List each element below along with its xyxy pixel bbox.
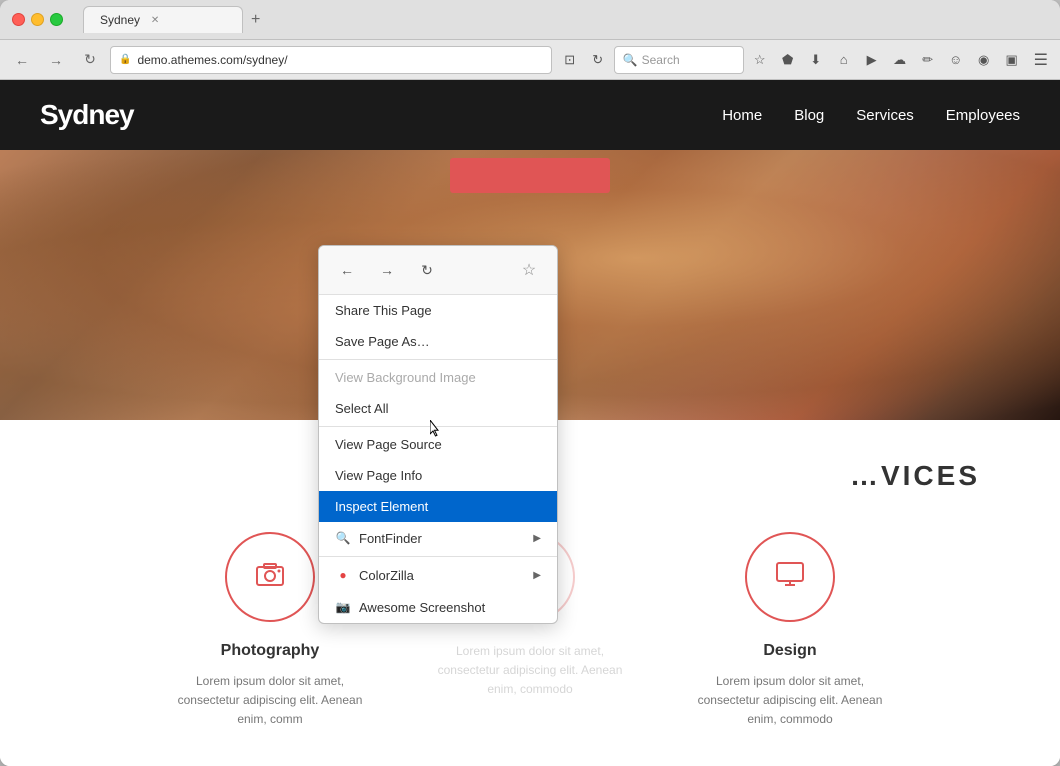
reader-mode-icon[interactable]: ⊡ [558,48,582,72]
colorzilla-arrow: ▶ [533,570,541,581]
ctx-view-page-info[interactable]: View Page Info [319,460,557,491]
awesome-screenshot-icon: 📷 [335,599,351,615]
context-menu-overlay: ← → ↻ ☆ Share This Page Save Page As… Vi… [0,80,1060,766]
ctx-separator-3 [319,556,557,557]
ctx-separator-1 [319,359,557,360]
ctx-forward-button[interactable]: → [371,254,403,286]
tab-title: Sydney [100,13,140,27]
fontfinder-icon: 🔍 [335,530,351,546]
ctx-fontfinder[interactable]: 🔍 FontFinder ▶ [319,522,557,554]
ctx-view-bg-image[interactable]: View Background Image [319,362,557,393]
home-icon[interactable]: ⌂ [832,48,856,72]
close-button[interactable] [12,13,25,26]
download-icon[interactable]: ⬇ [804,48,828,72]
search-bar[interactable]: 🔍 Search [614,46,744,74]
ctx-reload-button[interactable]: ↻ [411,254,443,286]
hamburger-menu[interactable]: ☰ [1030,46,1052,74]
extensions-icon[interactable]: ✏ [916,48,940,72]
context-menu: ← → ↻ ☆ Share This Page Save Page As… Vi… [318,245,558,624]
forward-button[interactable]: → [42,46,70,74]
minimize-button[interactable] [31,13,44,26]
lock-icon: 🔒 [119,54,131,65]
star-icon[interactable]: ☆ [748,48,772,72]
pocket-icon[interactable]: ⬟ [776,48,800,72]
ctx-save-page[interactable]: Save Page As… [319,326,557,357]
active-tab[interactable]: Sydney ✕ [83,6,243,33]
colorzilla-icon: ● [335,567,351,583]
ctx-inspect-label: Inspect Element [335,499,428,514]
search-text: Search [642,53,680,67]
ctx-view-source-label: View Page Source [335,437,442,452]
ctx-share-label: Share This Page [335,303,432,318]
ctx-view-source[interactable]: View Page Source [319,429,557,460]
ctx-save-label: Save Page As… [335,334,430,349]
ctx-select-all-label: Select All [335,401,388,416]
back-button[interactable]: ← [8,46,36,74]
reload-button[interactable]: ↻ [76,46,104,74]
title-bar: Sydney ✕ + [0,0,1060,40]
ctx-colorzilla[interactable]: ● ColorZilla ▶ [319,559,557,591]
toolbar-icons: ⊡ ↻ 🔍 Search ☆ ⬟ ⬇ ⌂ ▶ ☁ ✏ ☺ ◉ ▣ [558,46,1024,74]
ctx-bookmark-button[interactable]: ☆ [513,254,545,286]
ctx-separator-2 [319,426,557,427]
emoji-icon[interactable]: ☺ [944,48,968,72]
fontfinder-arrow: ▶ [533,533,541,544]
ctx-inspect-element[interactable]: Inspect Element [319,491,557,522]
address-bar[interactable]: 🔒 demo.athemes.com/sydney/ [110,46,552,74]
toolbar: ← → ↻ 🔒 demo.athemes.com/sydney/ ⊡ ↻ 🔍 S… [0,40,1060,80]
ctx-colorzilla-label: ColorZilla [359,568,414,583]
new-tab-button[interactable]: + [243,7,268,33]
ctx-awesome-screenshot-label: Awesome Screenshot [359,600,485,615]
sync-icon[interactable]: ☁ [888,48,912,72]
ctx-view-page-info-label: View Page Info [335,468,422,483]
reload-icon[interactable]: ↻ [586,48,610,72]
context-menu-nav: ← → ↻ ☆ [319,246,557,295]
plugin1-icon[interactable]: ◉ [972,48,996,72]
traffic-lights [12,13,63,26]
tab-close-button[interactable]: ✕ [148,13,162,27]
browser-window: Sydney ✕ + ← → ↻ 🔒 demo.athemes.com/sydn… [0,0,1060,766]
send-icon[interactable]: ▶ [860,48,884,72]
plugin2-icon[interactable]: ▣ [1000,48,1024,72]
ctx-awesome-screenshot[interactable]: 📷 Awesome Screenshot [319,591,557,623]
url-text: demo.athemes.com/sydney/ [137,53,542,67]
tab-bar: Sydney ✕ + [83,6,1048,33]
website-content: Sydney Home Blog Services Employees …VIC… [0,80,1060,766]
ctx-fontfinder-label: FontFinder [359,531,422,546]
maximize-button[interactable] [50,13,63,26]
search-icon: 🔍 [623,53,638,67]
ctx-back-button[interactable]: ← [331,254,363,286]
ctx-select-all[interactable]: Select All [319,393,557,424]
ctx-view-bg-label: View Background Image [335,370,476,385]
ctx-share-page[interactable]: Share This Page [319,295,557,326]
